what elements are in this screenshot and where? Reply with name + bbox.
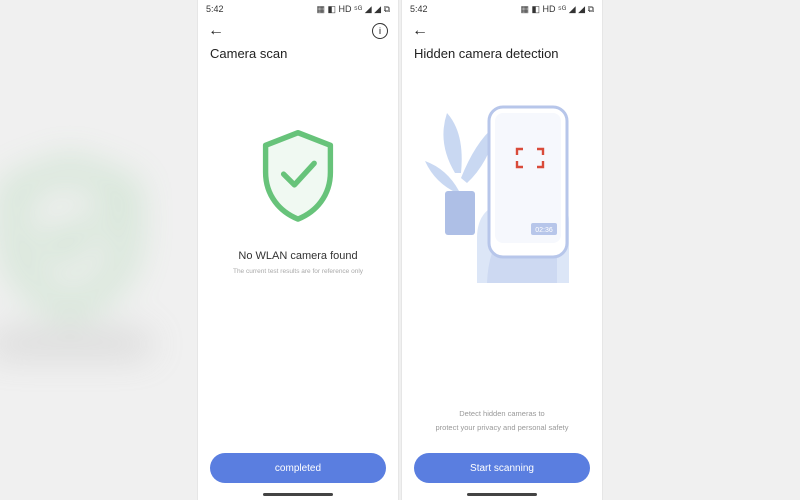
detection-illustration: 02:36	[417, 83, 587, 288]
back-icon[interactable]: ←	[208, 23, 224, 39]
status-time: 5:42	[206, 4, 224, 14]
page-title: Camera scan	[198, 44, 398, 65]
status-bar: 5:42 ▦ ◧ HD ⁵ᴳ ◢ ◢ ⧉	[402, 0, 602, 18]
description-text: Detect hidden cameras to protect your pr…	[436, 407, 569, 436]
home-indicator	[467, 493, 537, 496]
status-bar: 5:42 ▦ ◧ HD ⁵ᴳ ◢ ◢ ⧉	[198, 0, 398, 18]
status-time: 5:42	[410, 4, 428, 14]
back-icon[interactable]: ←	[412, 23, 428, 39]
home-indicator	[263, 493, 333, 496]
illus-time-label: 02:36	[535, 227, 553, 234]
info-icon[interactable]: i	[372, 23, 388, 39]
start-scanning-button[interactable]: Start scanning	[414, 453, 590, 483]
completed-button[interactable]: completed	[210, 453, 386, 483]
shield-check-icon	[253, 125, 343, 230]
phone-hidden-camera-detection: 5:42 ▦ ◧ HD ⁵ᴳ ◢ ◢ ⧉ ← Hidden camera det…	[402, 0, 602, 500]
page-title: Hidden camera detection	[402, 44, 602, 65]
result-subtext: The current test results are for referen…	[233, 268, 363, 275]
status-indicators: ▦ ◧ HD ⁵ᴳ ◢ ◢ ⧉	[317, 4, 390, 15]
status-indicators: ▦ ◧ HD ⁵ᴳ ◢ ◢ ⧉	[521, 4, 594, 15]
phone-camera-scan: 5:42 ▦ ◧ HD ⁵ᴳ ◢ ◢ ⧉ ← i Camera scan No …	[198, 0, 398, 500]
result-heading: No WLAN camera found	[238, 250, 357, 262]
